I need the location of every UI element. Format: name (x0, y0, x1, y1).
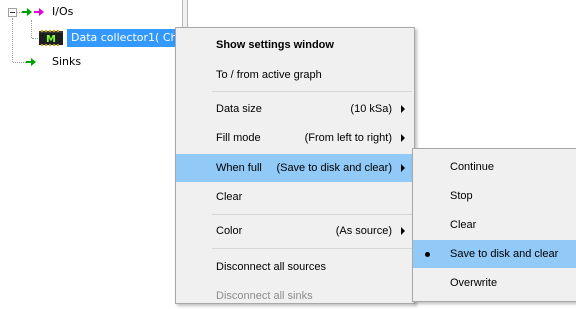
green-arrow-icon (26, 58, 36, 66)
menu-item-fill-mode[interactable]: Fill mode (From left to right) (176, 125, 414, 151)
menu-item-label: Data size (216, 103, 262, 115)
submenu-item-label: Stop (450, 190, 473, 202)
menu-item-value: (Save to disk and clear) (276, 162, 392, 174)
menu-item-label: Show settings window (216, 39, 334, 51)
menu-item-label: Color (216, 225, 243, 237)
submenu-item-label: Continue (450, 161, 495, 173)
submenu-arrow-icon (401, 105, 405, 113)
tree-connector (13, 62, 26, 63)
tree-item-sinks[interactable]: Sinks (52, 55, 81, 68)
submenu-item-label: Save to disk and clear (450, 248, 559, 260)
submenu-item-overwrite[interactable]: Overwrite (413, 270, 576, 296)
menu-item-label: To / from active graph (216, 69, 322, 81)
menu-item-value: (10 kSa) (350, 103, 392, 115)
submenu-arrow-icon (401, 227, 405, 235)
collapse-icon[interactable] (8, 8, 17, 17)
menu-item-label: When full (216, 162, 262, 174)
menu-item-when-full[interactable]: When full (Save to disk and clear) (176, 154, 414, 182)
menu-separator (212, 248, 412, 249)
tree-connector (31, 20, 32, 38)
submenu-item-continue[interactable]: Continue (413, 154, 576, 180)
when-full-submenu: Continue Stop Clear Save to disk and cle… (412, 148, 576, 302)
menu-item-data-size[interactable]: Data size (10 kSa) (176, 96, 414, 122)
submenu-arrow-icon (401, 164, 405, 172)
menu-item-value: (As source) (335, 225, 392, 237)
submenu-item-clear[interactable]: Clear (413, 212, 576, 238)
menu-separator (212, 91, 412, 92)
io-arrows-icon (22, 8, 44, 16)
context-menu: Show settings window To / from active gr… (175, 27, 415, 304)
tree-connector (12, 18, 13, 62)
submenu-arrow-icon (401, 134, 405, 142)
menu-item-disconnect-sinks: Disconnect all sinks (176, 283, 414, 309)
menu-item-clear[interactable]: Clear (176, 184, 414, 210)
submenu-item-label: Overwrite (450, 277, 498, 289)
menu-separator (212, 214, 412, 215)
chip-letter: M (46, 34, 56, 45)
submenu-item-label: Clear (450, 219, 477, 231)
submenu-item-save-to-disk-and-clear[interactable]: Save to disk and clear (413, 240, 576, 268)
menu-item-label: Fill mode (216, 132, 261, 144)
bullet-icon (425, 252, 430, 257)
menu-item-label: Disconnect all sinks (216, 290, 313, 302)
menu-item-to-from-graph[interactable]: To / from active graph (176, 62, 414, 88)
tree-view: I/Os M Data collector1( Ch1 ) Sinks (0, 0, 200, 302)
menu-item-value: (From left to right) (304, 132, 392, 144)
submenu-item-stop[interactable]: Stop (413, 183, 576, 209)
menu-item-label: Disconnect all sources (216, 261, 327, 273)
menu-item-disconnect-sources[interactable]: Disconnect all sources (176, 254, 414, 280)
tree-root-label[interactable]: I/Os (52, 5, 73, 18)
menu-item-color[interactable]: Color (As source) (176, 218, 414, 244)
menu-item-label: Clear (216, 191, 243, 203)
menu-item-show-settings[interactable]: Show settings window (176, 32, 414, 58)
chip-icon: M (39, 30, 63, 46)
